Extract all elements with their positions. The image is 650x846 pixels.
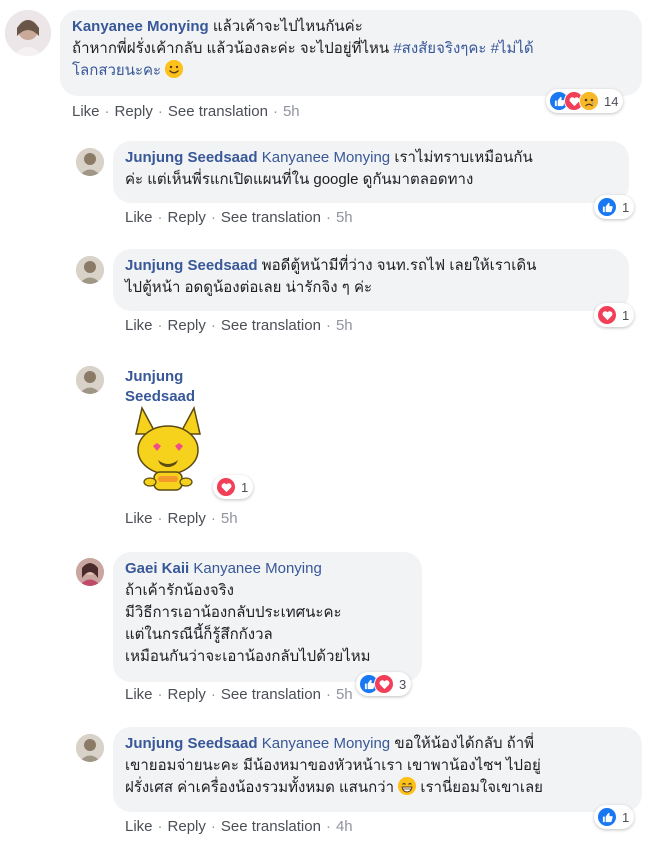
love-icon	[597, 305, 617, 325]
reply-link[interactable]: Reply	[168, 317, 206, 334]
hashtag-link[interactable]: #ไม่ได้	[491, 40, 534, 57]
hashtag-link-continued[interactable]: โลกสวยนะคะ	[72, 62, 161, 79]
comment-actions: Like · Reply · See translation · 5h	[125, 686, 353, 703]
comment-bubble: Junjung Seedsaad พอดีตู้หน้ามีที่ว่าง จน…	[113, 249, 629, 311]
mention-link[interactable]: Kanyanee Monying	[193, 560, 321, 577]
see-translation-link[interactable]: See translation	[221, 317, 321, 334]
like-link[interactable]: Like	[125, 510, 153, 527]
reaction-summary[interactable]: 1	[594, 195, 635, 219]
comment-text: ถ้าเค้ารักน้องจริง	[125, 582, 234, 599]
like-link[interactable]: Like	[125, 209, 153, 226]
comment-text: ไปตู้หน้า อดดูน้องต่อเลย น่ารักจิง ๆ ค่ะ	[125, 279, 373, 296]
comment-bubble: Junjung Seedsaad Kanyanee Monying เราไม่…	[113, 141, 629, 203]
comment-text: เราไม่ทราบเหมือนกัน	[394, 149, 533, 166]
comment-actions: Like · Reply · See translation · 5h	[125, 317, 353, 334]
avatar[interactable]	[76, 256, 104, 284]
see-translation-link[interactable]: See translation	[221, 209, 321, 226]
reaction-summary[interactable]: 1	[213, 475, 254, 499]
avatar[interactable]	[76, 148, 104, 176]
comment-actions: Like · Reply · See translation · 5h	[125, 209, 353, 226]
comment-text: ถ้าหากพี่ฝรั่งเค้ากลับ แล้วน้องละค่ะ จะไ…	[72, 40, 394, 57]
grin-emoji-icon	[398, 777, 417, 795]
timestamp[interactable]: 4h	[336, 818, 353, 835]
like-link[interactable]: Like	[125, 818, 153, 835]
avatar[interactable]	[76, 366, 104, 394]
timestamp[interactable]: 5h	[221, 510, 238, 527]
reply-link[interactable]: Reply	[115, 103, 153, 120]
love-icon	[374, 674, 394, 694]
comment-author[interactable]: Junjung Seedsaad	[125, 257, 258, 274]
comment-bubble: Junjung Seedsaad Kanyanee Monying ขอให้น…	[113, 727, 642, 812]
avatar[interactable]	[76, 558, 104, 586]
smile-emoji-icon	[165, 60, 184, 78]
reaction-count: 1	[241, 479, 249, 495]
comment-actions: Like · Reply · See translation · 4h	[125, 818, 353, 835]
comment-text: แต่ในกรณีนี้ก็รู้สึกกังวล	[125, 626, 273, 643]
timestamp[interactable]: 5h	[336, 317, 353, 334]
comment-text: เหมือนกันว่าจะเอาน้องกลับไปด้วยไหม	[125, 648, 371, 665]
reaction-count: 3	[399, 676, 407, 692]
like-link[interactable]: Like	[72, 103, 100, 120]
reaction-count: 1	[622, 199, 630, 215]
comment-actions: Like · Reply · See translation · 5h	[72, 103, 300, 120]
like-link[interactable]: Like	[125, 317, 153, 334]
comment-author[interactable]: Junjung Seedsaad	[125, 149, 258, 166]
see-translation-link[interactable]: See translation	[221, 818, 321, 835]
reply-link[interactable]: Reply	[168, 209, 206, 226]
reaction-count: 14	[604, 93, 619, 109]
reply-link[interactable]: Reply	[168, 686, 206, 703]
comment-author[interactable]: Junjung Seedsaad	[125, 367, 195, 407]
like-icon	[597, 807, 617, 827]
comment-bubble: Kanyanee Monying แล้วเค้าจะไปไหนกันค่ะ ถ…	[60, 10, 642, 96]
reaction-count: 1	[622, 809, 630, 825]
mention-link[interactable]: Kanyanee Monying	[262, 149, 390, 166]
reply-link[interactable]: Reply	[168, 510, 206, 527]
love-icon	[216, 477, 236, 497]
see-translation-link[interactable]: See translation	[221, 686, 321, 703]
reaction-summary[interactable]: 3	[356, 672, 412, 696]
timestamp[interactable]: 5h	[336, 209, 353, 226]
avatar[interactable]	[5, 10, 51, 56]
timestamp[interactable]: 5h	[336, 686, 353, 703]
reaction-summary[interactable]: 1	[594, 303, 635, 327]
comment-text: พอดีตู้หน้ามีที่ว่าง จนท.รถไฟ เลยให้เราเ…	[261, 257, 537, 274]
like-icon	[597, 197, 617, 217]
comment-author[interactable]: Kanyanee Monying	[72, 18, 209, 35]
sticker-image[interactable]	[128, 404, 208, 498]
mention-link[interactable]: Kanyanee Monying	[262, 735, 390, 752]
comment-text: มีวิธีการเอาน้องกลับประเทศนะคะ	[125, 604, 342, 621]
timestamp[interactable]: 5h	[283, 103, 300, 120]
comment-author[interactable]: Junjung Seedsaad	[125, 735, 258, 752]
comment-actions: Like · Reply · 5h	[125, 510, 238, 527]
avatar[interactable]	[76, 734, 104, 762]
comment-text: ฝรั่งเศส ค่าเครื่องน้องรวมทั้งหมด แสนกว่…	[125, 779, 395, 796]
reply-link[interactable]: Reply	[168, 818, 206, 835]
comment-text: เขายอมจ่ายนะคะ มีน้องหมาของหัวหน้าเรา เข…	[125, 757, 541, 774]
reaction-summary[interactable]: 1	[594, 805, 635, 829]
comment-bubble: Gaei Kaii Kanyanee Monying ถ้าเค้ารักน้อ…	[113, 552, 422, 682]
reaction-summary[interactable]: 14	[546, 89, 624, 113]
hashtag-link[interactable]: #สงสัยจริงๆคะ	[393, 40, 486, 57]
comment-text: เรานี่ยอมใจเขาเลย	[420, 779, 543, 796]
comment-text: ขอให้น้องได้กลับ ถ้าพี่	[394, 735, 535, 752]
comment-text: ค่ะ แต่เห็นพี่รแกเปิดแผนที่ใน google ดูก…	[125, 171, 474, 188]
reaction-count: 1	[622, 307, 630, 323]
like-link[interactable]: Like	[125, 686, 153, 703]
sad-icon	[579, 91, 599, 111]
comment-author[interactable]: Gaei Kaii	[125, 560, 189, 577]
see-translation-link[interactable]: See translation	[168, 103, 268, 120]
comment-text: แล้วเค้าจะไปไหนกันค่ะ	[212, 18, 363, 35]
